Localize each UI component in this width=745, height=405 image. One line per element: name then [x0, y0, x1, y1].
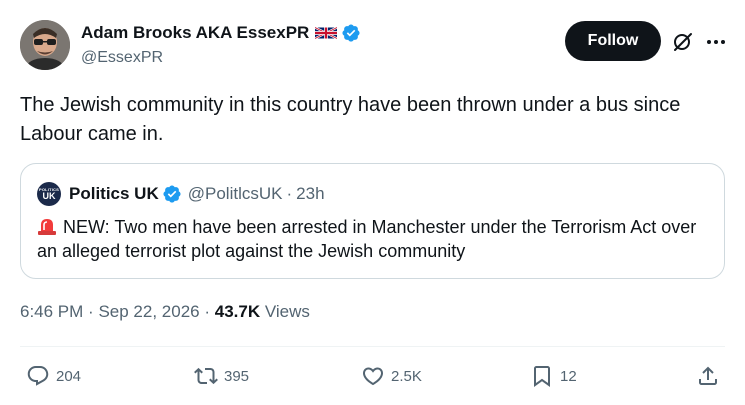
- meta-separator: ·: [204, 302, 211, 321]
- quoted-age: 23h: [296, 184, 325, 203]
- author-avatar[interactable]: [20, 20, 70, 70]
- quoted-separator: ·: [286, 184, 293, 203]
- divider: [20, 346, 725, 347]
- verified-badge-icon: [163, 185, 181, 203]
- share-icon: [699, 366, 717, 385]
- grok-icon[interactable]: [671, 30, 695, 54]
- like-count: 2.5K: [391, 367, 422, 385]
- verified-badge-icon[interactable]: [341, 23, 361, 43]
- bookmark-count: 12: [560, 367, 577, 385]
- author-display-name[interactable]: Adam Brooks AKA EssexPR: [81, 23, 309, 43]
- quoted-handle: @PolitlcsUK: [187, 184, 283, 203]
- repost-count: 395: [224, 367, 250, 385]
- quoted-author-name: Politics UK: [69, 184, 159, 203]
- repost-button[interactable]: 395: [194, 364, 249, 388]
- quoted-tweet[interactable]: POLITICS UK Politics UK @PolitlcsUK · 23…: [20, 163, 725, 279]
- bookmark-icon: [534, 366, 550, 387]
- quoted-text-block: NEW: Two men have been arrested in Manch…: [37, 215, 709, 263]
- more-icon[interactable]: [704, 30, 728, 54]
- tweet-time[interactable]: 6:46 PM: [20, 302, 83, 321]
- views-count: 43.7K: [214, 302, 261, 321]
- like-icon: [362, 367, 384, 386]
- name-row: Adam Brooks AKA EssexPR: [81, 22, 361, 44]
- siren-icon: [38, 219, 56, 235]
- tweet-date[interactable]: Sep 22, 2026: [98, 302, 199, 321]
- tweet-detail: Adam Brooks AKA EssexPR @EssexPR Follow …: [0, 0, 745, 405]
- tweet-text: The Jewish community in this country hav…: [20, 94, 681, 145]
- reply-count: 204: [56, 367, 82, 385]
- author-handle[interactable]: @EssexPR: [81, 49, 361, 67]
- like-button[interactable]: 2.5K: [361, 364, 422, 388]
- reply-button[interactable]: 204: [26, 364, 81, 388]
- quoted-avatar: POLITICS UK: [37, 182, 61, 206]
- tweet-meta: 6:46 PM · Sep 22, 2026 · 43.7K Views: [20, 302, 310, 322]
- reply-icon: [27, 366, 49, 386]
- share-button[interactable]: [696, 364, 720, 388]
- views-label: Views: [264, 302, 310, 321]
- author-block: Adam Brooks AKA EssexPR @EssexPR: [81, 22, 361, 67]
- repost-icon: [194, 367, 218, 385]
- quoted-avatar-big-text: UK: [42, 190, 56, 201]
- flag-uk-icon: [315, 26, 338, 40]
- quoted-tweet-header: POLITICS UK Politics UK @PolitlcsUK · 23…: [37, 182, 325, 206]
- meta-separator: ·: [88, 302, 94, 321]
- bookmark-button[interactable]: 12: [530, 364, 577, 388]
- quoted-text: NEW: Two men have been arrested in Manch…: [37, 217, 697, 261]
- follow-button[interactable]: Follow: [565, 21, 661, 61]
